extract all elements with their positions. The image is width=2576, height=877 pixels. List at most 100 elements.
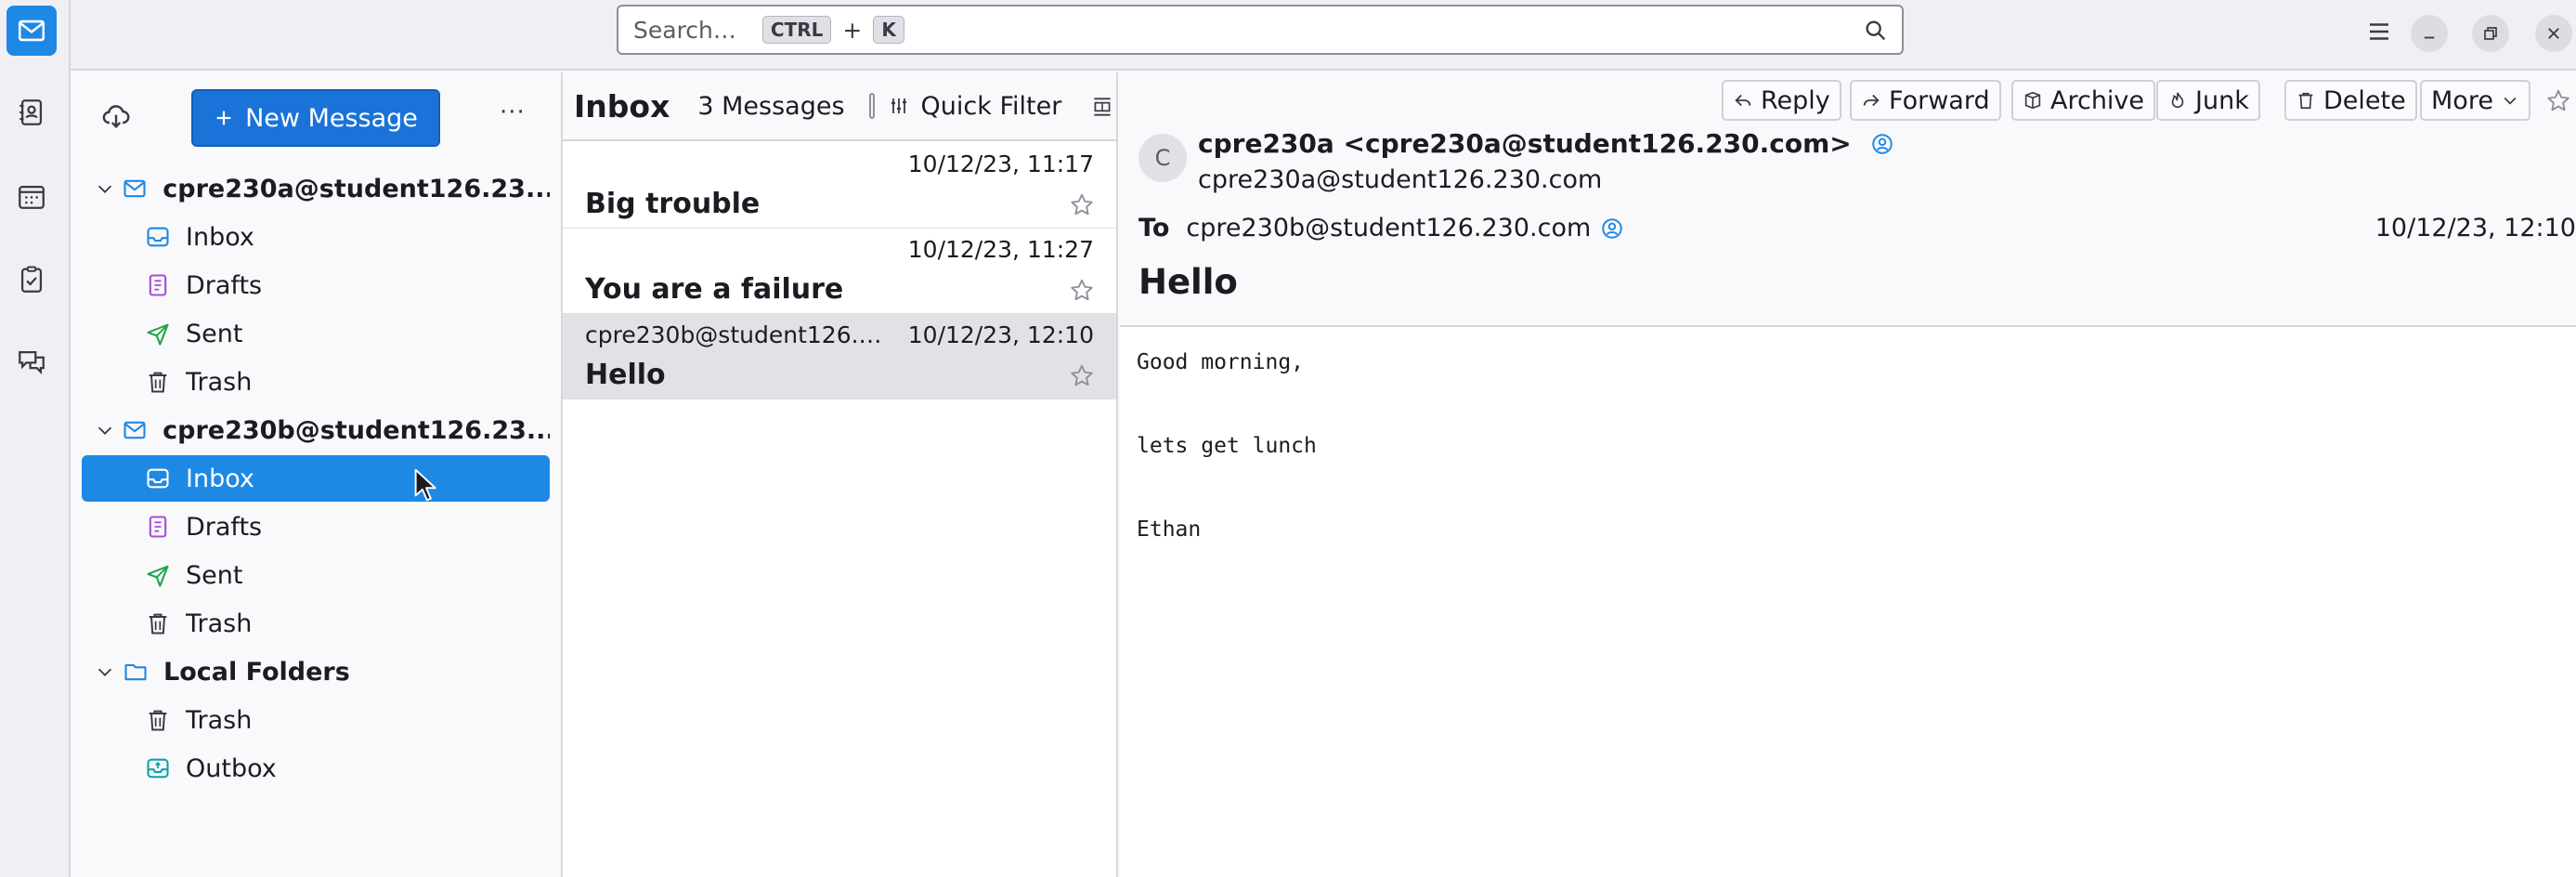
message-list-pane: Inbox 3 Messages Quick Filter 10/12/23, …	[563, 72, 1118, 877]
from-address: cpre230a@student126.230.com	[1198, 165, 1603, 194]
body-line: Ethan	[1137, 517, 1202, 542]
chevron-down-icon	[2504, 97, 2517, 105]
folder-label: Local Folders	[163, 657, 350, 687]
chat-icon	[19, 350, 45, 375]
from-field[interactable]: cpre230a <cpre230a@student126.230.com>	[1198, 128, 1894, 159]
junk-label: Junk	[2195, 85, 2249, 115]
folder-label: Sent	[186, 319, 243, 348]
reply-icon	[1735, 94, 1751, 107]
chevron-down-icon[interactable]	[89, 661, 121, 682]
trash-icon	[143, 705, 173, 735]
minimize-button[interactable]	[2411, 15, 2448, 52]
more-actions-button[interactable]: More	[2420, 80, 2530, 121]
chevron-down-icon[interactable]	[89, 178, 121, 199]
folder-label: Sent	[186, 560, 243, 590]
shortcut-key-k: K	[873, 16, 904, 44]
contact-icon[interactable]	[1600, 216, 1624, 241]
folder-drafts[interactable]: Drafts	[82, 262, 550, 308]
chevron-down-icon[interactable]	[89, 420, 121, 440]
body-line	[1137, 467, 1317, 509]
address-book-space-button[interactable]	[7, 87, 57, 137]
search-placeholder: Search…	[633, 16, 736, 44]
folder-trash[interactable]: Trash	[82, 697, 550, 743]
message-date: 10/12/23, 11:27	[907, 236, 1094, 263]
plus-icon	[216, 111, 231, 125]
mail-space-button[interactable]	[7, 6, 57, 56]
reply-button[interactable]: Reply	[1722, 80, 1841, 121]
message-row[interactable]: 10/12/23, 11:17 Big trouble	[563, 143, 1116, 229]
forward-icon	[1863, 94, 1880, 107]
folder-inbox-selected[interactable]: Inbox	[82, 455, 550, 502]
from-name: cpre230a <cpre230a@student126.230.com>	[1198, 128, 1852, 159]
new-message-button[interactable]: New Message	[191, 89, 440, 147]
archive-button[interactable]: Archive	[2011, 80, 2156, 121]
app-menu-button[interactable]	[2359, 11, 2400, 52]
folder-sent[interactable]: Sent	[82, 552, 550, 598]
star-icon[interactable]	[1068, 277, 1096, 305]
body-line: lets get lunch	[1137, 434, 1317, 458]
account-local-folders[interactable]: Local Folders	[82, 648, 550, 695]
mail-icon	[18, 20, 46, 42]
inbox-icon	[143, 222, 173, 252]
hamburger-menu-icon	[2370, 23, 2388, 40]
get-messages-button[interactable]	[95, 95, 137, 137]
delete-button[interactable]: Delete	[2284, 80, 2417, 121]
close-window-button[interactable]	[2535, 15, 2572, 52]
new-message-label: New Message	[245, 103, 418, 133]
folder-trash[interactable]: Trash	[82, 600, 550, 647]
message-count: 3 Messages	[697, 91, 845, 121]
calendar-icon	[19, 185, 45, 209]
star-icon[interactable]	[1068, 191, 1096, 219]
folder-sent[interactable]: Sent	[82, 310, 550, 357]
body-line	[1137, 384, 1317, 425]
search-icon[interactable]	[1863, 18, 1889, 44]
contact-icon[interactable]	[1870, 132, 1894, 156]
junk-button[interactable]: Junk	[2156, 80, 2260, 121]
forward-button[interactable]: Forward	[1850, 80, 2001, 121]
message-subject-heading: Hello	[1138, 262, 1238, 302]
toggle-indicator	[868, 93, 875, 119]
list-display-options-icon[interactable]	[1090, 93, 1114, 121]
message-date: 10/12/23, 12:10	[907, 321, 1094, 348]
folder-outbox[interactable]: Outbox	[82, 745, 550, 792]
star-icon[interactable]	[2544, 87, 2572, 115]
drafts-icon	[143, 270, 173, 300]
folder-label: Outbox	[186, 753, 277, 783]
inbox-icon	[143, 464, 173, 493]
folder-pane: New Message ··· cpre230a@student126.23..…	[71, 72, 563, 877]
sent-icon	[143, 560, 173, 590]
folder-pane-options-button[interactable]: ···	[500, 98, 526, 126]
folder-label: cpre230a@student126.23...	[163, 174, 550, 203]
folder-label: Inbox	[186, 464, 254, 493]
title-bar: Search… CTRL + K	[71, 0, 2576, 71]
thunderbird-window: Search… CTRL + K New Message ··· cpre230…	[0, 0, 2576, 877]
folder-trash[interactable]: Trash	[82, 359, 550, 405]
restore-button[interactable]	[2472, 15, 2509, 52]
archive-label: Archive	[2050, 85, 2145, 115]
to-address[interactable]: cpre230b@student126.230.com	[1186, 214, 1591, 242]
tasks-space-button[interactable]	[7, 255, 57, 305]
filter-sliders-icon	[891, 98, 906, 113]
account-cpre230a[interactable]: cpre230a@student126.23...	[82, 165, 550, 212]
outbox-icon	[143, 753, 173, 783]
folder-inbox[interactable]: Inbox	[82, 214, 550, 260]
calendar-space-button[interactable]	[7, 171, 57, 221]
account-cpre230b[interactable]: cpre230b@student126.23...	[82, 407, 550, 453]
close-icon	[2548, 28, 2559, 39]
sender-avatar: C	[1138, 134, 1187, 182]
message-date: 10/12/23, 12:10	[2374, 214, 2576, 242]
folder-drafts[interactable]: Drafts	[82, 504, 550, 550]
search-input[interactable]: Search… CTRL + K	[617, 5, 1904, 55]
minimize-icon	[2424, 36, 2435, 39]
message-header: Reply Forward Archive Junk Delete More C…	[1120, 72, 2576, 327]
account-mail-icon	[121, 174, 150, 203]
account-mail-icon	[121, 415, 150, 445]
message-row-selected[interactable]: cpre230b@student126.230.com 10/12/23, 12…	[563, 314, 1116, 399]
address-book-icon	[20, 99, 43, 125]
quick-filter-label: Quick Filter	[920, 91, 1062, 121]
message-row[interactable]: 10/12/23, 11:27 You are a failure	[563, 229, 1116, 314]
chat-space-button[interactable]	[7, 336, 57, 386]
archive-icon	[2024, 91, 2041, 110]
star-icon[interactable]	[1068, 362, 1096, 390]
quick-filter-button[interactable]: Quick Filter	[888, 91, 1062, 121]
